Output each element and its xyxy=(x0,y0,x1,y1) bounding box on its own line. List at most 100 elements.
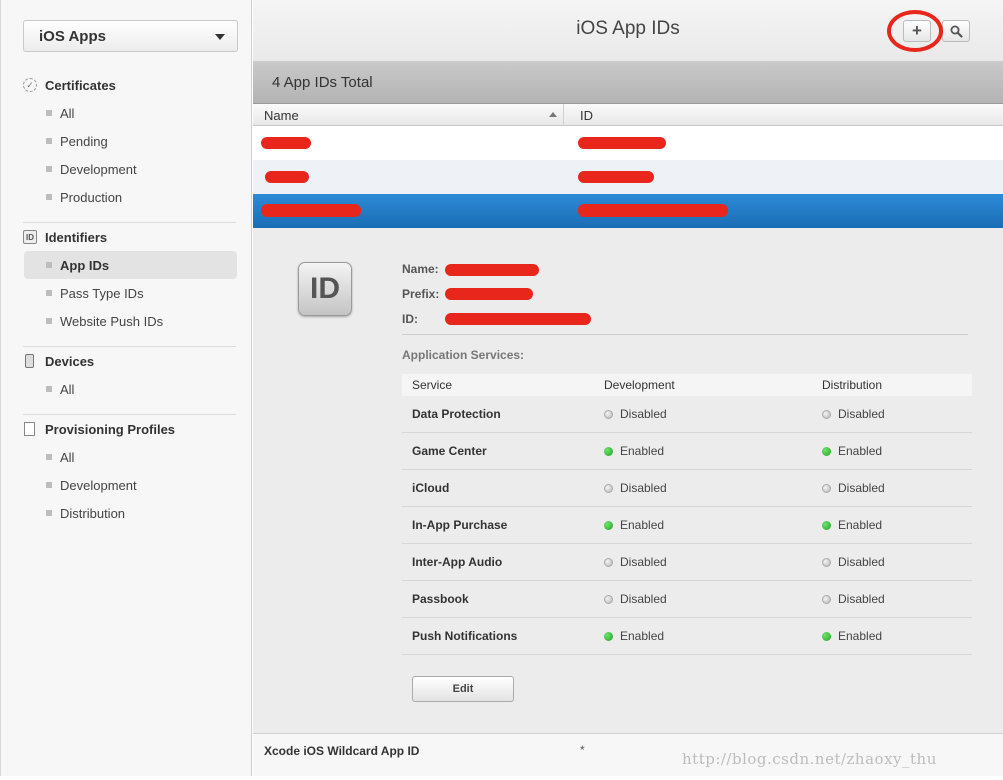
watermark: http://blog.csdn.net/zhaoxy_thu xyxy=(682,750,937,768)
service-row: Inter-App Audio Disabled Disabled xyxy=(402,544,972,581)
column-header-distribution: Distribution xyxy=(822,378,883,392)
search-button[interactable] xyxy=(942,20,970,42)
status-enabled-icon xyxy=(822,631,831,641)
group-header-identifiers: ID Identifiers xyxy=(1,223,253,251)
column-header-name[interactable]: Name xyxy=(264,108,299,123)
development-status: Enabled xyxy=(604,518,664,532)
service-row: Game Center Enabled Enabled xyxy=(402,433,972,470)
chevron-down-icon xyxy=(215,34,225,40)
table-row[interactable] xyxy=(253,160,1003,194)
status-disabled-icon xyxy=(604,557,613,567)
development-status: Disabled xyxy=(604,555,667,569)
bullet-icon xyxy=(46,138,52,144)
status-disabled-icon xyxy=(604,594,613,604)
bullet-icon xyxy=(46,166,52,172)
search-icon xyxy=(950,25,963,38)
group-devices: Devices All xyxy=(1,347,253,403)
sidebar-item-app-ids[interactable]: App IDs xyxy=(24,251,237,279)
status-enabled-icon xyxy=(604,520,613,530)
development-status: Disabled xyxy=(604,481,667,495)
redaction-mark xyxy=(445,264,539,276)
table-row[interactable] xyxy=(253,126,1003,160)
development-status: Disabled xyxy=(604,407,667,421)
platform-selector[interactable]: iOS Apps xyxy=(23,20,238,52)
status-label: Disabled xyxy=(838,592,885,606)
status-label: Disabled xyxy=(620,481,667,495)
table-row-selected[interactable] xyxy=(253,194,1003,228)
divider xyxy=(402,334,968,335)
column-header-development: Development xyxy=(604,378,675,392)
bullet-icon xyxy=(46,454,52,460)
sidebar-item-website-push-ids[interactable]: Website Push IDs xyxy=(1,307,253,335)
service-name: Data Protection xyxy=(412,407,501,421)
distribution-status: Enabled xyxy=(822,444,882,458)
status-disabled-icon xyxy=(822,483,831,493)
certificate-icon: ✓ xyxy=(23,78,37,92)
sidebar-item-certificates-pending[interactable]: Pending xyxy=(1,127,253,155)
service-name: Inter-App Audio xyxy=(412,555,503,569)
app-id-count: 4 App IDs Total xyxy=(253,62,1003,104)
status-disabled-icon xyxy=(604,483,613,493)
redaction-mark xyxy=(578,137,666,149)
main-header: iOS App IDs + xyxy=(253,0,1003,62)
status-label: Disabled xyxy=(620,592,667,606)
service-name: In-App Purchase xyxy=(412,518,508,532)
sidebar-item-profiles-all[interactable]: All xyxy=(1,443,253,471)
status-label: Disabled xyxy=(620,555,667,569)
redaction-mark xyxy=(578,171,654,183)
sidebar-item-certificates-production[interactable]: Production xyxy=(1,183,253,211)
redaction-mark xyxy=(265,171,309,183)
status-label: Disabled xyxy=(838,555,885,569)
column-header-id[interactable]: ID xyxy=(580,108,593,123)
service-row: In-App Purchase Enabled Enabled xyxy=(402,507,972,544)
sidebar-item-certificates-all[interactable]: All xyxy=(1,99,253,127)
development-status: Disabled xyxy=(604,592,667,606)
edit-button[interactable]: Edit xyxy=(412,676,514,702)
status-enabled-icon xyxy=(822,520,831,530)
service-row: Push Notifications Enabled Enabled xyxy=(402,618,972,655)
service-row: Passbook Disabled Disabled xyxy=(402,581,972,618)
bullet-icon xyxy=(46,510,52,516)
services-table-header: Service Development Distribution xyxy=(402,374,972,396)
status-enabled-icon xyxy=(604,631,613,641)
group-header-provisioning-profiles: Provisioning Profiles xyxy=(1,415,253,443)
distribution-status: Disabled xyxy=(822,592,885,606)
bullet-icon xyxy=(46,318,52,324)
status-label: Enabled xyxy=(620,518,665,532)
redaction-mark xyxy=(445,313,591,325)
sidebar-item-pass-type-ids[interactable]: Pass Type IDs xyxy=(1,279,253,307)
redaction-mark xyxy=(261,204,361,217)
status-label: Enabled xyxy=(620,444,665,458)
sidebar-item-devices-all[interactable]: All xyxy=(1,375,253,403)
status-enabled-icon xyxy=(822,446,831,456)
wildcard-name: Xcode iOS Wildcard App ID xyxy=(264,744,420,758)
service-name: Passbook xyxy=(412,592,469,606)
plus-icon: + xyxy=(912,21,922,40)
status-disabled-icon xyxy=(822,594,831,604)
app-id-detail: ID Name: Prefix: ID: Application Service… xyxy=(253,228,1003,733)
bullet-icon xyxy=(46,262,52,268)
distribution-status: Enabled xyxy=(822,629,882,643)
sidebar-item-certificates-development[interactable]: Development xyxy=(1,155,253,183)
status-label: Disabled xyxy=(620,407,667,421)
service-row: Data Protection Disabled Disabled xyxy=(402,396,972,433)
status-disabled-icon xyxy=(604,409,613,419)
add-button[interactable]: + xyxy=(903,20,931,42)
redaction-mark xyxy=(445,288,533,300)
sidebar-item-profiles-distribution[interactable]: Distribution xyxy=(1,499,253,527)
bullet-icon xyxy=(46,482,52,488)
id-label: ID: xyxy=(402,312,418,326)
main-panel: iOS App IDs + 4 App IDs Total Name ID ID… xyxy=(253,0,1003,776)
group-header-devices: Devices xyxy=(1,347,253,375)
status-disabled-icon xyxy=(822,409,831,419)
service-name: iCloud xyxy=(412,481,450,495)
status-label: Disabled xyxy=(838,407,885,421)
redaction-mark xyxy=(261,137,311,149)
distribution-status: Disabled xyxy=(822,407,885,421)
group-identifiers: ID Identifiers App IDs Pass Type IDs Web… xyxy=(1,223,253,335)
wildcard-id: * xyxy=(580,743,585,757)
sidebar-item-profiles-development[interactable]: Development xyxy=(1,471,253,499)
device-icon xyxy=(25,354,34,368)
service-name: Game Center xyxy=(412,444,487,458)
distribution-status: Disabled xyxy=(822,481,885,495)
